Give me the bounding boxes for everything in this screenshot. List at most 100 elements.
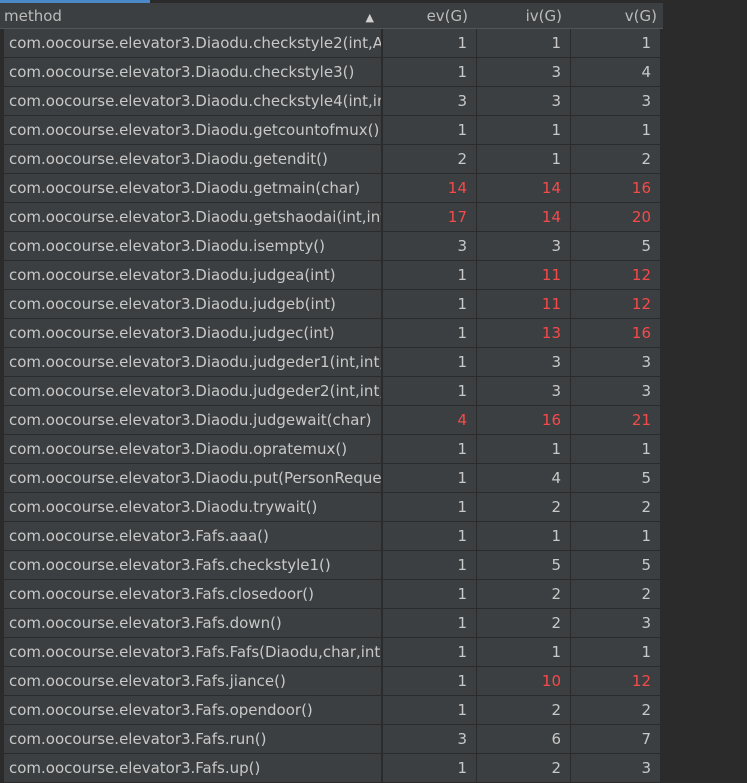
cell-method: com.oocourse.elevator3.Diaodu.getcountof… bbox=[4, 116, 382, 144]
column-header-v[interactable]: v(G) bbox=[566, 7, 661, 25]
cell-method: com.oocourse.elevator3.Fafs.aaa() bbox=[4, 522, 382, 550]
table-row[interactable]: com.oocourse.elevator3.Diaodu.judgeder2(… bbox=[0, 377, 660, 406]
cell-ev: 1 bbox=[382, 493, 476, 521]
cell-ev: 1 bbox=[382, 261, 476, 289]
cell-method: com.oocourse.elevator3.Diaodu.judgec(int… bbox=[4, 319, 382, 347]
table-row[interactable]: com.oocourse.elevator3.Diaodu.checkstyle… bbox=[0, 29, 660, 58]
cell-method: com.oocourse.elevator3.Diaodu.trywait() bbox=[4, 493, 382, 521]
cell-v: 16 bbox=[570, 319, 660, 347]
table-row[interactable]: com.oocourse.elevator3.Diaodu.judgea(int… bbox=[0, 261, 660, 290]
cell-ev: 1 bbox=[382, 58, 476, 86]
table-row[interactable]: com.oocourse.elevator3.Diaodu.checkstyle… bbox=[0, 87, 660, 116]
cell-v: 5 bbox=[570, 232, 660, 260]
cell-v: 16 bbox=[570, 174, 660, 202]
cell-ev: 17 bbox=[382, 203, 476, 231]
table-header: method ▲ ev(G) iv(G) v(G) bbox=[0, 3, 663, 29]
cell-method: com.oocourse.elevator3.Diaodu.judgewait(… bbox=[4, 406, 382, 434]
cell-method: com.oocourse.elevator3.Diaodu.getmain(ch… bbox=[4, 174, 382, 202]
cell-ev: 1 bbox=[382, 551, 476, 579]
table-row[interactable]: com.oocourse.elevator3.Diaodu.judgewait(… bbox=[0, 406, 660, 435]
table-row[interactable]: com.oocourse.elevator3.Fafs.checkstyle1(… bbox=[0, 551, 660, 580]
cell-v: 2 bbox=[570, 145, 660, 173]
cell-ev: 2 bbox=[382, 145, 476, 173]
cell-ev: 1 bbox=[382, 667, 476, 695]
cell-method: com.oocourse.elevator3.Diaodu.checkstyle… bbox=[4, 87, 382, 115]
cell-v: 2 bbox=[570, 696, 660, 724]
cell-ev: 1 bbox=[382, 638, 476, 666]
metrics-table: com.oocourse.elevator3.Diaodu.checkstyle… bbox=[0, 29, 660, 783]
cell-iv: 1 bbox=[476, 638, 570, 666]
cell-method: com.oocourse.elevator3.Fafs.checkstyle1(… bbox=[4, 551, 382, 579]
cell-method: com.oocourse.elevator3.Diaodu.judgeder2(… bbox=[4, 377, 382, 405]
cell-ev: 1 bbox=[382, 116, 476, 144]
table-row[interactable]: com.oocourse.elevator3.Fafs.down() 1 2 3 bbox=[0, 609, 660, 638]
column-header-ev[interactable]: ev(G) bbox=[378, 7, 472, 25]
table-row[interactable]: com.oocourse.elevator3.Diaodu.getshaodai… bbox=[0, 203, 660, 232]
cell-iv: 14 bbox=[476, 174, 570, 202]
table-row[interactable]: com.oocourse.elevator3.Diaodu.trywait() 1… bbox=[0, 493, 660, 522]
cell-v: 12 bbox=[570, 261, 660, 289]
cell-method: com.oocourse.elevator3.Fafs.up() bbox=[4, 754, 382, 782]
cell-method: com.oocourse.elevator3.Diaodu.checkstyle… bbox=[4, 58, 382, 86]
table-row[interactable]: com.oocourse.elevator3.Fafs.up() 1 2 3 bbox=[0, 754, 660, 783]
cell-ev: 14 bbox=[382, 174, 476, 202]
cell-method: com.oocourse.elevator3.Fafs.opendoor() bbox=[4, 696, 382, 724]
cell-ev: 1 bbox=[382, 580, 476, 608]
cell-method: com.oocourse.elevator3.Fafs.Fafs(Diaodu,… bbox=[4, 638, 382, 666]
cell-method: com.oocourse.elevator3.Diaodu.getshaodai… bbox=[4, 203, 382, 231]
cell-v: 1 bbox=[570, 522, 660, 550]
table-row[interactable]: com.oocourse.elevator3.Diaodu.judgec(int… bbox=[0, 319, 660, 348]
cell-method: com.oocourse.elevator3.Diaodu.judgeb(int… bbox=[4, 290, 382, 318]
cell-ev: 3 bbox=[382, 232, 476, 260]
table-row[interactable]: com.oocourse.elevator3.Diaodu.judgeder1(… bbox=[0, 348, 660, 377]
column-header-iv[interactable]: iv(G) bbox=[472, 7, 566, 25]
cell-v: 3 bbox=[570, 348, 660, 376]
cell-v: 12 bbox=[570, 667, 660, 695]
cell-iv: 2 bbox=[476, 609, 570, 637]
table-row[interactable]: com.oocourse.elevator3.Fafs.jiance() 1 10 1… bbox=[0, 667, 660, 696]
column-header-method[interactable]: method ▲ bbox=[0, 7, 378, 25]
cell-method: com.oocourse.elevator3.Diaodu.opratemux(… bbox=[4, 435, 382, 463]
table-row[interactable]: com.oocourse.elevator3.Fafs.run() 3 6 7 bbox=[0, 725, 660, 754]
cell-ev: 1 bbox=[382, 464, 476, 492]
table-row[interactable]: com.oocourse.elevator3.Fafs.aaa() 1 1 1 bbox=[0, 522, 660, 551]
table-row[interactable]: com.oocourse.elevator3.Fafs.Fafs(Diaodu,… bbox=[0, 638, 660, 667]
table-row[interactable]: com.oocourse.elevator3.Diaodu.judgeb(int… bbox=[0, 290, 660, 319]
cell-iv: 16 bbox=[476, 406, 570, 434]
table-row[interactable]: com.oocourse.elevator3.Diaodu.checkstyle… bbox=[0, 58, 660, 87]
table-row[interactable]: com.oocourse.elevator3.Fafs.opendoor() 1 2… bbox=[0, 696, 660, 725]
cell-v: 7 bbox=[570, 725, 660, 753]
cell-ev: 1 bbox=[382, 290, 476, 318]
table-row[interactable]: com.oocourse.elevator3.Diaodu.isempty() 3… bbox=[0, 232, 660, 261]
cell-method: com.oocourse.elevator3.Diaodu.put(Person… bbox=[4, 464, 382, 492]
cell-iv: 13 bbox=[476, 319, 570, 347]
cell-v: 5 bbox=[570, 464, 660, 492]
cell-method: com.oocourse.elevator3.Fafs.run() bbox=[4, 725, 382, 753]
table-row[interactable]: com.oocourse.elevator3.Diaodu.put(Person… bbox=[0, 464, 660, 493]
table-row[interactable]: com.oocourse.elevator3.Diaodu.getendit()… bbox=[0, 145, 660, 174]
cell-v: 5 bbox=[570, 551, 660, 579]
cell-method: com.oocourse.elevator3.Fafs.jiance() bbox=[4, 667, 382, 695]
cell-iv: 2 bbox=[476, 580, 570, 608]
cell-ev: 1 bbox=[382, 522, 476, 550]
table-row[interactable]: com.oocourse.elevator3.Diaodu.opratemux(… bbox=[0, 435, 660, 464]
cell-iv: 6 bbox=[476, 725, 570, 753]
cell-v: 12 bbox=[570, 290, 660, 318]
cell-v: 1 bbox=[570, 116, 660, 144]
cell-iv: 1 bbox=[476, 116, 570, 144]
table-row[interactable]: com.oocourse.elevator3.Diaodu.getcountof… bbox=[0, 116, 660, 145]
cell-iv: 3 bbox=[476, 87, 570, 115]
sort-ascending-icon[interactable]: ▲ bbox=[366, 11, 374, 24]
cell-iv: 3 bbox=[476, 58, 570, 86]
table-row[interactable]: com.oocourse.elevator3.Diaodu.getmain(ch… bbox=[0, 174, 660, 203]
cell-iv: 1 bbox=[476, 522, 570, 550]
cell-iv: 1 bbox=[476, 435, 570, 463]
cell-v: 1 bbox=[570, 638, 660, 666]
cell-iv: 1 bbox=[476, 145, 570, 173]
cell-iv: 3 bbox=[476, 232, 570, 260]
cell-v: 2 bbox=[570, 580, 660, 608]
cell-ev: 1 bbox=[382, 29, 476, 57]
cell-method: com.oocourse.elevator3.Diaodu.judgeder1(… bbox=[4, 348, 382, 376]
table-row[interactable]: com.oocourse.elevator3.Fafs.closedoor() 1… bbox=[0, 580, 660, 609]
cell-iv: 2 bbox=[476, 493, 570, 521]
